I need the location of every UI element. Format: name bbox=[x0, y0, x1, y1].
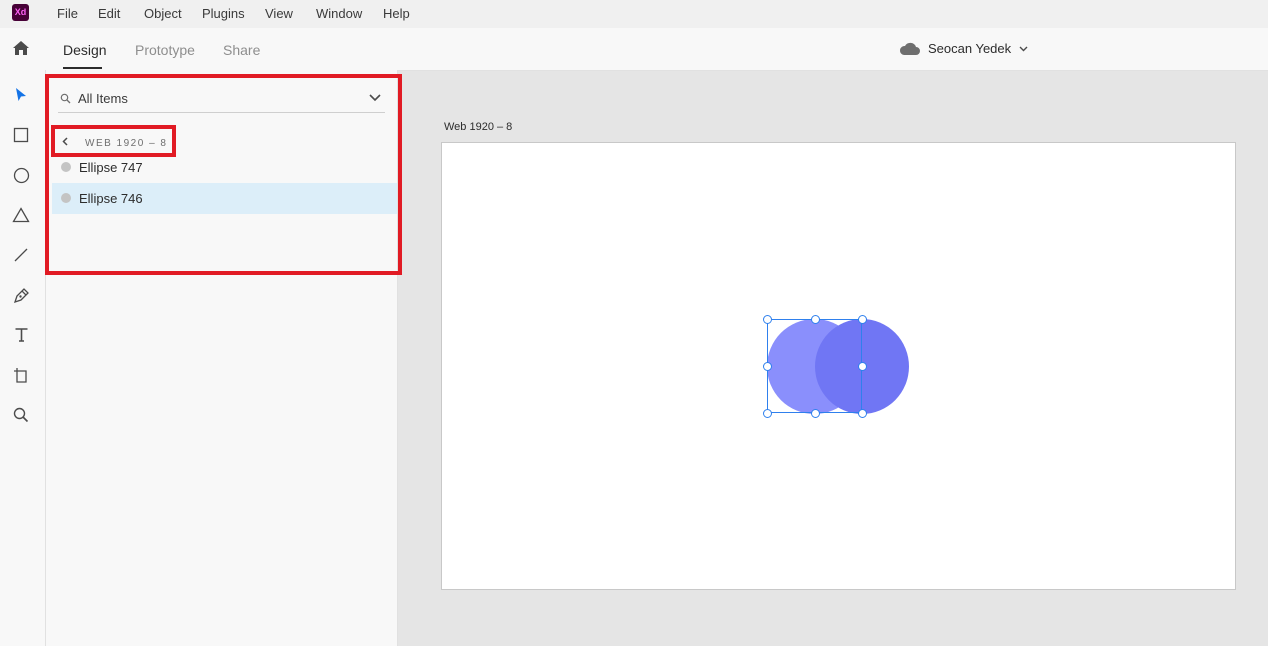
zoom-tool-icon[interactable] bbox=[11, 405, 31, 425]
home-icon[interactable] bbox=[12, 40, 30, 61]
tab-design[interactable]: Design bbox=[63, 42, 107, 58]
resize-handle[interactable] bbox=[811, 315, 820, 324]
resize-handle[interactable] bbox=[811, 409, 820, 418]
resize-handle[interactable] bbox=[858, 362, 867, 371]
artboard-tool-icon[interactable] bbox=[11, 365, 31, 385]
menu-help[interactable]: Help bbox=[383, 6, 410, 21]
menu-edit[interactable]: Edit bbox=[98, 6, 120, 21]
resize-handle[interactable] bbox=[763, 315, 772, 324]
pen-tool-icon[interactable] bbox=[11, 285, 31, 305]
resize-handle[interactable] bbox=[763, 409, 772, 418]
selection-bounding-box bbox=[767, 319, 862, 413]
user-name: Seocan Yedek bbox=[928, 41, 1012, 56]
tool-rail bbox=[0, 70, 46, 646]
cloud-icon bbox=[899, 42, 920, 55]
menu-object[interactable]: Object bbox=[144, 6, 182, 21]
xd-app-icon: Xd bbox=[12, 4, 29, 21]
active-tab-indicator bbox=[63, 67, 102, 69]
ellipse-tool-icon[interactable] bbox=[11, 165, 31, 185]
select-tool-icon[interactable] bbox=[11, 85, 31, 105]
top-toolbar: Design Prototype Share Seocan Yedek bbox=[0, 28, 1268, 71]
resize-handle[interactable] bbox=[858, 409, 867, 418]
tab-prototype[interactable]: Prototype bbox=[135, 42, 195, 58]
resize-handle[interactable] bbox=[763, 362, 772, 371]
artboard-label[interactable]: Web 1920 – 8 bbox=[444, 121, 512, 133]
tab-share[interactable]: Share bbox=[223, 42, 260, 58]
menu-view[interactable]: View bbox=[265, 6, 293, 21]
menu-file[interactable]: File bbox=[57, 6, 78, 21]
text-tool-icon[interactable] bbox=[11, 325, 31, 345]
line-tool-icon[interactable] bbox=[11, 245, 31, 265]
menu-plugins[interactable]: Plugins bbox=[202, 6, 245, 21]
resize-handle[interactable] bbox=[858, 315, 867, 324]
polygon-tool-icon[interactable] bbox=[11, 205, 31, 225]
menu-window[interactable]: Window bbox=[316, 6, 362, 21]
highlight-layers-panel bbox=[45, 74, 402, 275]
chevron-down-icon bbox=[1019, 46, 1028, 51]
highlight-breadcrumb bbox=[51, 125, 176, 157]
rectangle-tool-icon[interactable] bbox=[11, 125, 31, 145]
cloud-user-menu[interactable]: Seocan Yedek bbox=[899, 41, 1028, 56]
menu-bar: Xd File Edit Object Plugins View Window … bbox=[0, 0, 1268, 28]
